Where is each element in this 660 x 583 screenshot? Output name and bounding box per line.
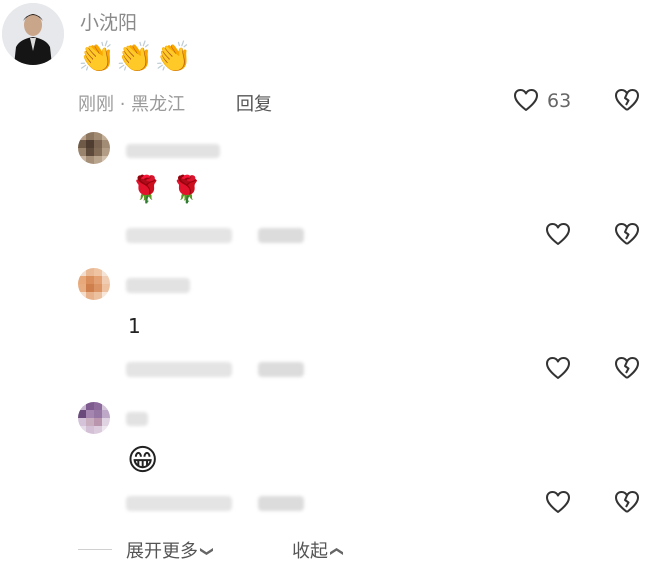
dislike-icon[interactable]	[614, 356, 640, 380]
avatar[interactable]	[2, 3, 64, 65]
reply-avatar[interactable]	[78, 268, 110, 300]
dislike-icon[interactable]	[614, 490, 640, 514]
reply-content: 1	[128, 314, 141, 338]
reply-content: 😁	[127, 443, 159, 478]
comment-meta: 刚刚 · 黑龙江	[78, 94, 186, 115]
like-count: 63	[547, 90, 572, 112]
reply-avatar[interactable]	[78, 132, 110, 164]
expand-more-label: 展开更多	[126, 541, 198, 562]
reply-button[interactable]: 回复	[236, 90, 272, 116]
reply-avatar[interactable]	[78, 402, 110, 434]
reply-button-blurred[interactable]	[258, 228, 304, 243]
reply-username-blurred	[126, 412, 148, 426]
divider	[78, 549, 112, 550]
expand-more-button[interactable]: 展开更多❯	[126, 537, 214, 563]
comment-content: 👏👏👏	[78, 40, 194, 75]
avatar-image	[2, 3, 64, 65]
chevron-down-icon: ❯	[198, 546, 214, 557]
like-icon[interactable]	[545, 490, 571, 514]
reply-meta-blurred	[126, 228, 232, 243]
reply-username-blurred	[126, 278, 190, 293]
collapse-button[interactable]: 收起❯	[292, 537, 344, 563]
reply-username-blurred	[126, 144, 220, 158]
like-icon[interactable]	[545, 222, 571, 246]
username[interactable]: 小沈阳	[80, 8, 137, 35]
reply-meta-blurred	[126, 496, 232, 511]
collapse-label: 收起	[292, 541, 328, 562]
like-icon[interactable]	[513, 88, 539, 112]
reply-content: 🌹 🌹	[130, 175, 204, 205]
like-icon[interactable]	[545, 356, 571, 380]
chevron-up-icon: ❯	[328, 546, 344, 557]
dislike-icon[interactable]	[614, 222, 640, 246]
reply-meta-blurred	[126, 362, 232, 377]
dislike-icon[interactable]	[614, 88, 640, 112]
reply-button-blurred[interactable]	[258, 496, 304, 511]
reply-button-blurred[interactable]	[258, 362, 304, 377]
